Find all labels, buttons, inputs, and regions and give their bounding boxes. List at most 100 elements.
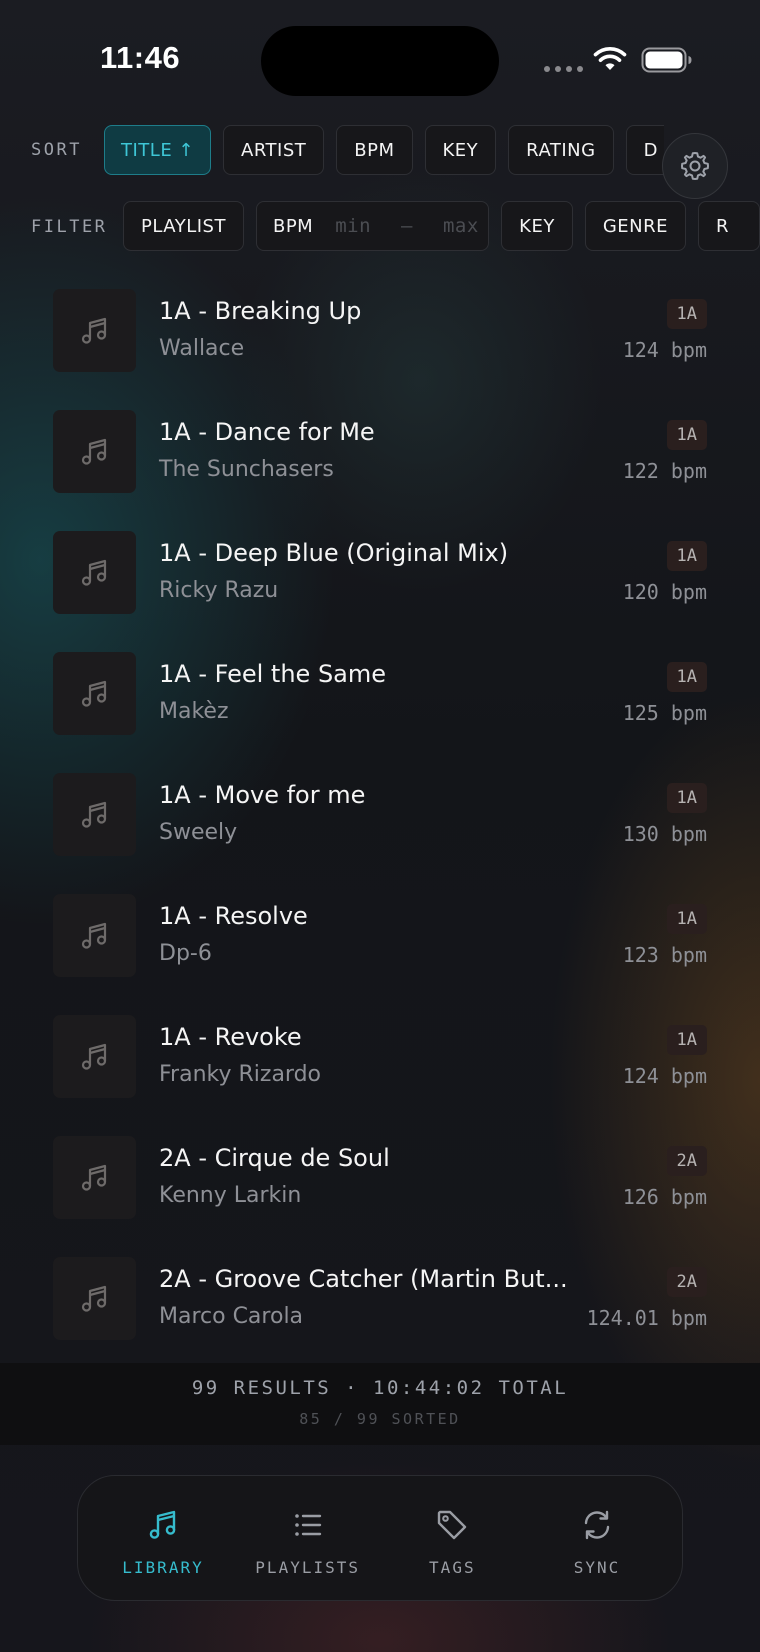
track-title: 1A - Feel the Same [159,660,387,688]
music-note-icon [81,1164,106,1191]
key-badge: 2A [666,1146,707,1176]
key-badge: 1A [666,904,707,934]
sort-options: TITLE ↑ ARTIST BPM KEY RATING D [104,125,664,175]
gear-icon [681,152,709,180]
key-badge: 1A [666,1025,707,1055]
tab-library-label: LIBRARY [122,1558,204,1577]
music-note-icon [81,922,106,949]
sort-bpm-chip[interactable]: BPM [336,125,413,175]
track-bpm: 124 bpm [622,338,707,362]
sync-icon [584,1510,610,1540]
track-row[interactable]: 2A - Cirque de Soul Kenny Larkin 2A 126 … [53,1136,707,1220]
sort-rating-chip[interactable]: RATING [508,125,614,175]
track-artist: Ricky Razu [159,578,279,603]
music-note-icon [81,559,106,586]
tab-playlists[interactable]: PLAYLISTS [243,1476,373,1600]
battery-icon [641,47,693,77]
track-title: 2A - Cirque de Soul [159,1144,390,1172]
track-bpm: 120 bpm [622,580,707,604]
tab-tags-label: TAGS [429,1558,476,1577]
music-note-icon [81,801,106,828]
tab-tags[interactable]: TAGS [387,1476,517,1600]
album-art-placeholder [53,1015,136,1098]
settings-button[interactable] [662,133,728,199]
album-art-placeholder [53,773,136,856]
album-art-placeholder [53,652,136,735]
track-title: 1A - Breaking Up [159,297,362,325]
sort-date-chip[interactable]: D [625,125,664,175]
filter-bpm-range: BPM min – max [255,201,490,251]
track-title: 1A - Resolve [159,902,308,930]
track-title: 1A - Move for me [159,781,366,809]
key-badge: 1A [666,662,707,692]
filter-label: FILTER [31,217,108,237]
track-bpm: 125 bpm [622,701,707,725]
sort-title-chip[interactable]: TITLE ↑ [104,125,212,175]
track-row[interactable]: 1A - Resolve Dp-6 1A 123 bpm [53,894,707,978]
music-note-icon [149,1510,176,1539]
cellular-dots-icon [544,66,583,72]
album-art-placeholder [53,289,136,372]
music-note-icon [81,438,106,465]
results-summary: 99 RESULTS · 10:44:02 TOTAL [191,1377,569,1399]
track-artist: Dp-6 [159,941,212,966]
track-row[interactable]: 1A - Move for me Sweely 1A 130 bpm [53,773,707,857]
key-badge: 1A [666,783,707,813]
music-note-icon [81,317,106,344]
filter-playlist-chip[interactable]: PLAYLIST [123,201,244,251]
album-art-placeholder [53,894,136,977]
track-bpm: 126 bpm [622,1185,707,1209]
track-bpm: 124 bpm [622,1064,707,1088]
sorted-count: 85 / 99 SORTED [299,1410,461,1428]
filter-bpm-label: BPM [272,215,314,237]
album-art-placeholder [53,531,136,614]
track-artist: Marco Carola [159,1304,304,1329]
track-artist: Franky Rizardo [159,1062,322,1087]
track-title: 1A - Deep Blue (Original Mix) [159,539,509,567]
track-bpm: 124.01 bpm [586,1306,707,1330]
track-bpm: 130 bpm [622,822,707,846]
tab-sync-label: SYNC [573,1558,621,1577]
track-artist: Makèz [159,699,229,724]
bpm-range-separator: – [401,215,413,237]
track-title: 1A - Revoke [159,1023,302,1051]
results-summary-bar: 99 RESULTS · 10:44:02 TOTAL 85 / 99 SORT… [0,1363,760,1445]
track-bpm: 122 bpm [622,459,707,483]
sort-artist-chip[interactable]: ARTIST [223,125,325,175]
tag-icon [438,1510,467,1540]
status-time: 11:46 [100,40,181,75]
bpm-max-input[interactable]: max [443,215,479,237]
tab-bar: LIBRARY PLAYLISTS TAGS SYNC [77,1475,683,1601]
music-note-icon [81,1043,106,1070]
track-row[interactable]: 1A - Deep Blue (Original Mix) Ricky Razu… [53,531,707,615]
track-row[interactable]: 1A - Revoke Franky Rizardo 1A 124 bpm [53,1015,707,1099]
list-icon [294,1514,321,1536]
track-artist: Sweely [159,820,238,845]
filter-genre-chip[interactable]: GENRE [584,201,686,251]
music-note-icon [81,1285,106,1312]
track-row[interactable]: 1A - Dance for Me The Sunchasers 1A 122 … [53,410,707,494]
filter-options: PLAYLIST BPM min – max KEY GENRE R [123,201,760,251]
dynamic-island [261,26,499,96]
tab-library[interactable]: LIBRARY [98,1476,228,1600]
album-art-placeholder [53,410,136,493]
tab-playlists-label: PLAYLISTS [255,1558,360,1577]
track-artist: Kenny Larkin [159,1183,302,1208]
sort-key-chip[interactable]: KEY [424,125,497,175]
wifi-icon [593,46,627,76]
track-artist: The Sunchasers [159,457,334,482]
key-badge: 1A [666,420,707,450]
album-art-placeholder [53,1136,136,1219]
key-badge: 2A [666,1267,707,1297]
track-row[interactable]: 1A - Breaking Up Wallace 1A 124 bpm [53,289,707,373]
track-row[interactable]: 2A - Groove Catcher (Martin But... Marco… [53,1257,707,1341]
bpm-min-input[interactable]: min [335,215,371,237]
filter-rating-chip[interactable]: R [697,201,760,251]
key-badge: 1A [666,541,707,571]
track-artist: Wallace [159,336,245,361]
filter-key-chip[interactable]: KEY [501,201,573,251]
tab-sync[interactable]: SYNC [532,1476,662,1600]
track-row[interactable]: 1A - Feel the Same Makèz 1A 125 bpm [53,652,707,736]
track-title: 2A - Groove Catcher (Martin But... [159,1265,568,1293]
track-bpm: 123 bpm [622,943,707,967]
